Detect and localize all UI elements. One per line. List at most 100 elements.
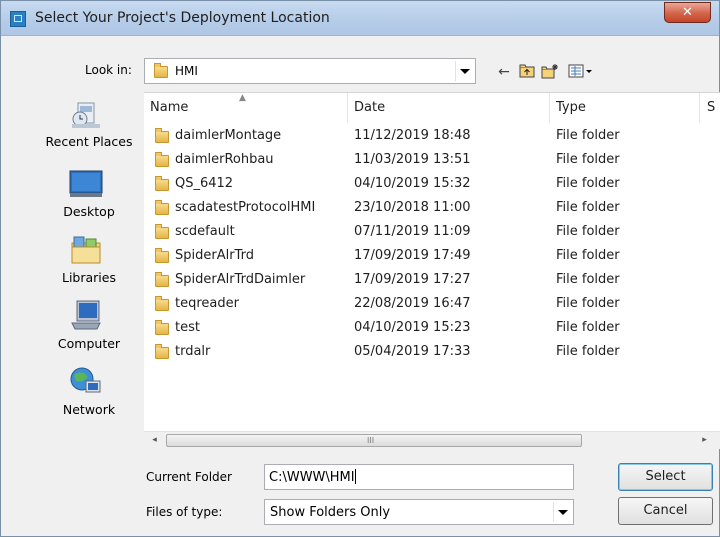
window-title: Select Your Project's Deployment Locatio… [35,10,330,26]
place-label: Recent Places [45,134,133,149]
file-date: 11/12/2019 18:48 [354,128,471,143]
file-date: 07/11/2019 11:09 [354,224,471,239]
text-caret [355,469,356,484]
folder-icon [155,200,169,215]
folder-icon [155,296,169,311]
column-header-size[interactable]: S [707,100,715,115]
file-type: File folder [556,320,620,335]
column-header-name[interactable]: Name [150,100,188,115]
column-divider[interactable] [549,93,550,123]
file-date: 23/10/2018 11:00 [354,200,471,215]
file-type: File folder [556,176,620,191]
folder-icon [155,176,169,191]
table-row[interactable]: SpiderAlrTrd 17/09/2019 17:49 File folde… [144,244,720,268]
table-row[interactable]: teqreader 22/08/2019 16:47 File folder [144,292,720,316]
look-in-label: Look in: [85,63,132,77]
place-label: Libraries [62,270,116,285]
column-header-type[interactable]: Type [556,100,586,115]
folder-icon [155,320,169,335]
column-header-date[interactable]: Date [354,100,385,115]
file-date: 17/09/2019 17:27 [354,272,471,287]
folder-icon [155,224,169,239]
place-label: Desktop [63,204,115,219]
chevron-down-icon[interactable] [455,61,473,81]
app-icon [10,11,26,27]
look-in-combo[interactable]: HMI [144,58,476,84]
file-type: File folder [556,248,620,263]
new-folder-icon[interactable] [541,63,559,81]
file-name: daimlerRohbau [175,152,274,167]
computer-icon [68,299,104,333]
file-name: scadatestProtocolHMI [175,200,316,215]
network-icon [68,365,104,399]
up-folder-icon[interactable] [518,63,536,81]
current-folder-label: Current Folder [146,470,232,484]
scrollbar-thumb[interactable]: III [166,434,582,447]
file-name: trdalr [175,344,211,359]
cancel-button[interactable]: Cancel [618,497,713,525]
folder-icon [155,152,169,167]
table-row[interactable]: SpiderAlrTrdDaimler 17/09/2019 17:27 Fil… [144,268,720,292]
file-name: test [175,320,200,335]
file-date: 22/08/2019 16:47 [354,296,471,311]
place-recent-places[interactable]: Recent Places [39,93,139,155]
close-button[interactable]: ✕ [664,2,711,23]
file-date: 11/03/2019 13:51 [354,152,471,167]
table-row[interactable]: daimlerRohbau 11/03/2019 13:51 File fold… [144,148,720,172]
file-name: SpiderAlrTrd [175,248,254,263]
place-computer[interactable]: Computer [39,295,139,357]
file-list[interactable]: Name ▲ Date Type S daimlerMontage 11/12/… [144,92,720,448]
file-name: daimlerMontage [175,128,282,143]
column-divider[interactable] [699,93,700,123]
table-row[interactable]: QS_6412 04/10/2019 15:32 File folder [144,172,720,196]
place-desktop[interactable]: Desktop [39,163,139,225]
chevron-down-icon[interactable] [553,502,571,522]
place-libraries[interactable]: Libraries [39,229,139,291]
files-of-type-select[interactable]: Show Folders Only [264,499,574,525]
table-row[interactable]: scadatestProtocolHMI 23/10/2018 11:00 Fi… [144,196,720,220]
place-label: Computer [57,336,121,351]
desktop-icon [68,167,104,201]
folder-icon [155,128,169,143]
scrollbar-grip: III [367,436,375,445]
files-of-type-label: Files of type: [146,505,223,519]
table-row[interactable]: scdefault 07/11/2019 11:09 File folder [144,220,720,244]
libraries-icon [68,233,104,267]
look-in-value: HMI [175,64,198,78]
table-row[interactable]: test 04/10/2019 15:23 File folder [144,316,720,340]
places-bar: Recent Places Desktop Libraries Computer… [39,93,139,433]
file-type: File folder [556,224,620,239]
scroll-left-icon[interactable]: ◂ [146,433,163,448]
title-bar[interactable]: Select Your Project's Deployment Locatio… [1,1,719,36]
file-name: SpiderAlrTrdDaimler [175,272,306,287]
sort-ascending-icon: ▲ [239,93,246,103]
file-type: File folder [556,344,620,359]
folder-icon [155,272,169,287]
folder-icon [154,63,168,78]
table-row[interactable]: daimlerMontage 11/12/2019 18:48 File fol… [144,124,720,148]
file-type: File folder [556,152,620,167]
file-type: File folder [556,296,620,311]
horizontal-scrollbar[interactable]: ◂ III ▸ [144,431,720,449]
file-type: File folder [556,200,620,215]
file-date: 05/04/2019 17:33 [354,344,471,359]
table-row[interactable]: trdalr 05/04/2019 17:33 File folder [144,340,720,364]
file-name: scdefault [175,224,235,239]
file-type: File folder [556,128,620,143]
place-label: Network [62,402,116,417]
back-arrow-icon[interactable]: ← [495,63,513,81]
file-date: 04/10/2019 15:23 [354,320,471,335]
view-menu-icon[interactable] [567,63,593,81]
place-network[interactable]: Network [39,361,139,423]
column-divider[interactable] [347,93,348,123]
select-button[interactable]: Select [618,463,713,491]
file-type: File folder [556,272,620,287]
current-folder-input[interactable] [264,464,574,490]
folder-icon [155,344,169,359]
file-date: 17/09/2019 17:49 [354,248,471,263]
scroll-right-icon[interactable]: ▸ [696,433,713,448]
dialog-window: Select Your Project's Deployment Locatio… [0,0,720,537]
file-name: teqreader [175,296,239,311]
folder-icon [155,248,169,263]
recent-places-icon [68,97,104,131]
